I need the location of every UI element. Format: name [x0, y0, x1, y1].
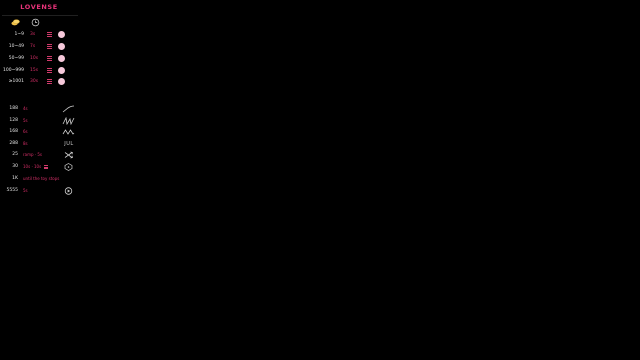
timer-icon: [31, 18, 40, 27]
tip-amount: 50~99: [8, 56, 24, 61]
special-amount: 1K: [12, 176, 18, 181]
special-amount: 5555: [6, 188, 18, 193]
special-command-row: 30 10s · 10s: [0, 162, 78, 172]
level-bars-icon: [47, 32, 52, 37]
special-amount: 30: [12, 164, 18, 169]
pink-dot-icon: [58, 31, 65, 38]
special-amount: 25: [12, 152, 18, 157]
tip-duration: 15s: [30, 68, 39, 73]
special-duration: ramp · 5s: [23, 152, 42, 157]
pink-dot-icon: [58, 43, 65, 50]
special-command-row: 25 ramp · 5s: [0, 150, 78, 160]
lovense-logo: LOVENSE: [20, 3, 58, 11]
tip-amount: ≥1001: [8, 79, 24, 84]
tip-level-row: 1~9 3s: [0, 30, 78, 39]
special-amount: 128: [9, 118, 18, 123]
tip-duration: 30s: [30, 79, 39, 84]
tip-amount: 10~49: [8, 44, 24, 49]
special-command-row: 168 6s: [0, 127, 78, 137]
special-command-row: 288 8s JUL: [0, 139, 78, 149]
tip-amount: 100~999: [3, 68, 24, 73]
tip-duration: 7s: [30, 44, 36, 49]
special-duration: until the toy stops: [23, 176, 60, 181]
wave-icon: [62, 129, 75, 135]
special-amount: 288: [9, 141, 18, 146]
special-duration-group: 10s · 10s: [23, 162, 49, 172]
pulse-icon: [62, 117, 75, 125]
pink-dot-icon: [58, 78, 65, 85]
special-command-row: 188 4s: [0, 104, 78, 114]
wave-ramp-icon: [62, 105, 75, 113]
play-icon: [64, 187, 73, 195]
fireworks-icon: JUL: [64, 141, 74, 147]
tokens-icon: [11, 19, 20, 26]
special-amount: 188: [9, 106, 18, 111]
pink-dot-icon: [58, 55, 65, 62]
special-command-row: 128 5s: [0, 116, 78, 126]
shuffle-icon: [64, 151, 73, 159]
tip-level-row: 50~99 10s: [0, 54, 78, 63]
tip-level-row: 10~49 7s: [0, 42, 78, 51]
special-duration: 5s: [23, 188, 28, 193]
level-bars-icon: [44, 165, 49, 169]
header-divider: [2, 15, 78, 16]
special-amount: 168: [9, 129, 18, 134]
special-command-row: 1K until the toy stops: [0, 174, 78, 184]
special-duration: 5s: [23, 118, 28, 123]
tip-amount: 1~9: [14, 32, 25, 37]
level-bars-icon: [47, 68, 52, 73]
tip-duration: 10s: [30, 56, 39, 61]
tip-duration: 3s: [30, 32, 36, 37]
level-bars-icon: [47, 56, 52, 61]
level-bars-icon: [47, 79, 52, 84]
level-bars-icon: [47, 44, 52, 49]
special-duration: 6s: [23, 129, 28, 134]
random-icon: [64, 163, 73, 171]
special-duration: 8s: [23, 141, 28, 146]
special-duration: 10s · 10s: [23, 164, 42, 169]
tip-level-row: 100~999 15s: [0, 66, 78, 75]
tip-level-row: ≥1001 30s: [0, 77, 78, 86]
pink-dot-icon: [58, 67, 65, 74]
lovense-tip-menu-panel: LOVENSE 1~9 3s 10~49 7s 50~99 10s 100~99…: [0, 0, 78, 200]
special-duration: 4s: [23, 106, 28, 111]
special-command-row: 5555 5s: [0, 186, 78, 196]
